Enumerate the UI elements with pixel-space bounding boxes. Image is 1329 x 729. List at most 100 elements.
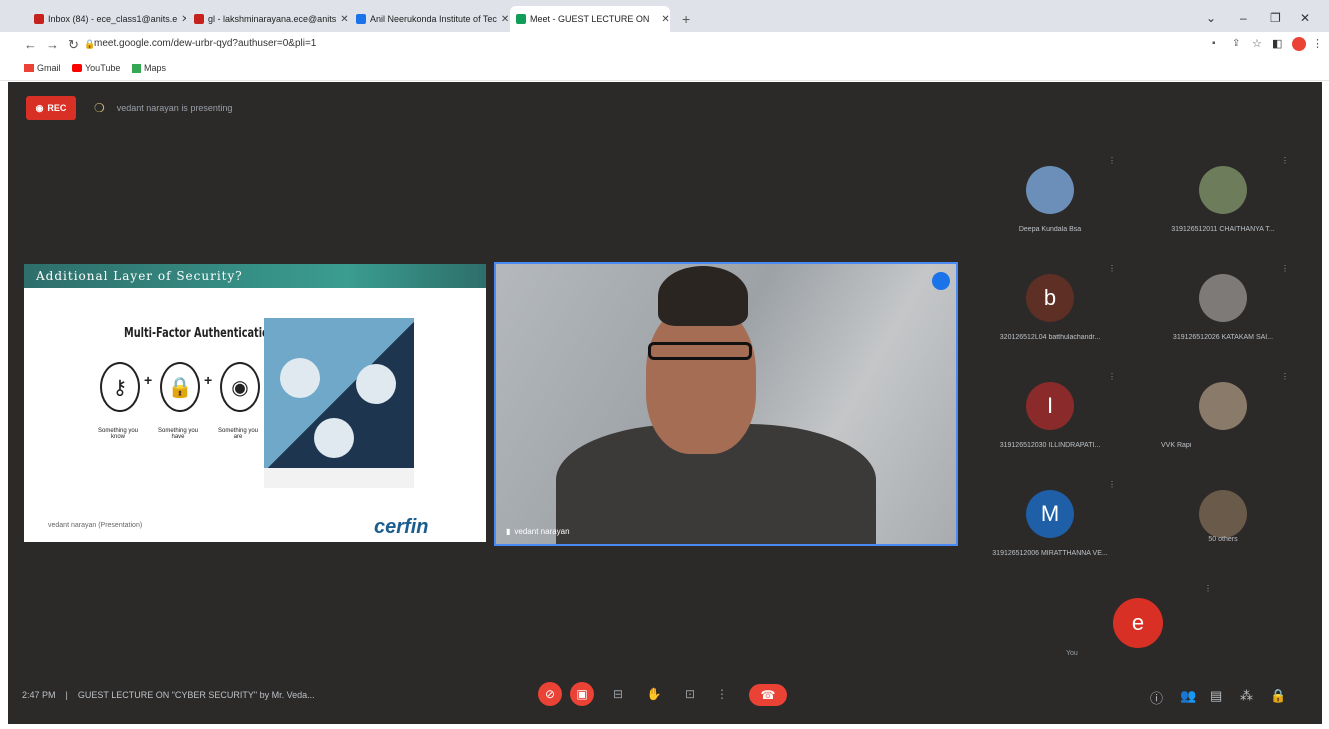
chat-icon[interactable]: ▤ bbox=[1210, 688, 1222, 704]
pin-icon[interactable]: ⋮ bbox=[1281, 264, 1289, 273]
tab-label: Meet - GUEST LECTURE ON bbox=[530, 14, 650, 24]
phone-hangup-icon: ☎ bbox=[760, 688, 776, 702]
plus-sign: + bbox=[144, 372, 153, 388]
tab-search-icon[interactable]: ⌄ bbox=[1206, 11, 1216, 25]
gmail-icon bbox=[24, 64, 34, 72]
camera-off-button[interactable]: ▣ bbox=[570, 682, 594, 706]
meet-stage: ◉ REC ❍ vedant narayan is presenting Add… bbox=[8, 82, 1322, 724]
mic-icon: ▮ bbox=[506, 527, 511, 536]
participant-photo bbox=[1026, 166, 1074, 214]
meeting-title: GUEST LECTURE ON "CYBER SECURITY" by Mr.… bbox=[77, 690, 315, 700]
participant-tile[interactable]: ⋮ VVK Rapi bbox=[1153, 370, 1293, 470]
forward-arrow-icon[interactable]: → bbox=[46, 37, 59, 52]
close-tab-icon[interactable]: ✕ bbox=[661, 14, 669, 25]
others-count: 50 others bbox=[1208, 536, 1238, 543]
end-call-button[interactable]: ☎ bbox=[749, 684, 787, 706]
youtube-icon bbox=[72, 64, 82, 72]
pin-icon[interactable]: ⋮ bbox=[1281, 156, 1289, 165]
presenter-video-tile[interactable]: ▮ vedant narayan bbox=[494, 262, 958, 546]
gmail-favicon-icon bbox=[194, 14, 204, 24]
tab-meet[interactable]: Meet - GUEST LECTURE ON ✕ bbox=[510, 6, 670, 32]
participant-tile[interactable]: ⋮ 319126512026 KATAKAM SAI... bbox=[1153, 262, 1293, 362]
clock-time: 2:47 PM bbox=[22, 690, 56, 700]
minimize-icon[interactable]: – bbox=[1240, 11, 1247, 25]
address-bar-row: ← → ↻ 🔒 meet.google.com/dew-urbr-qyd?aut… bbox=[0, 32, 1329, 58]
new-tab-label: + bbox=[682, 11, 691, 27]
mfa-diagram bbox=[264, 318, 414, 488]
star-icon[interactable]: ☆ bbox=[1252, 37, 1262, 50]
new-tab-button[interactable]: + bbox=[676, 8, 700, 30]
tab-gl[interactable]: gl - lakshminarayana.ece@anits ✕ bbox=[188, 8, 348, 30]
tab-inbox[interactable]: Inbox (84) - ece_class1@anits.e ✕ bbox=[28, 8, 186, 30]
present-screen-icon: ❍ bbox=[94, 101, 105, 115]
bookmark-label: Gmail bbox=[37, 63, 61, 73]
divider: | bbox=[65, 690, 68, 700]
fingerprint-icon: ◉ bbox=[220, 362, 260, 412]
participant-name: 319126512026 KATAKAM SAI... bbox=[1172, 334, 1274, 341]
captions-button[interactable]: ⊟ bbox=[606, 682, 630, 706]
mic-off-button[interactable]: ⊘ bbox=[538, 682, 562, 706]
others-tile[interactable]: 50 others bbox=[1153, 478, 1293, 578]
profile-avatar[interactable] bbox=[1292, 37, 1306, 51]
close-tab-icon[interactable]: ✕ bbox=[501, 14, 508, 25]
participant-initial-avatar: M bbox=[1026, 490, 1074, 538]
host-controls-icon[interactable]: 🔒 bbox=[1270, 688, 1286, 704]
presenting-text: vedant narayan is presenting bbox=[116, 103, 233, 113]
bookmark-youtube[interactable]: YouTube bbox=[72, 63, 120, 73]
recording-badge[interactable]: ◉ REC bbox=[26, 96, 76, 120]
participant-tile[interactable]: ⋮ Deepa Kundala Bsa bbox=[980, 154, 1120, 254]
plus-sign: + bbox=[204, 372, 213, 388]
pin-icon[interactable]: ⋮ bbox=[1108, 480, 1116, 489]
pin-icon[interactable]: ⋮ bbox=[1108, 372, 1116, 381]
mic-off-icon: ⊘ bbox=[544, 687, 556, 701]
meeting-details: 2:47 PM | GUEST LECTURE ON "CYBER SECURI… bbox=[22, 690, 315, 700]
bookmark-maps[interactable]: Maps bbox=[132, 63, 166, 73]
restore-icon[interactable]: ❐ bbox=[1270, 11, 1281, 25]
self-avatar[interactable]: e bbox=[1113, 598, 1163, 648]
participant-initial-avatar: b bbox=[1026, 274, 1074, 322]
pin-icon[interactable]: ⋮ bbox=[1281, 372, 1289, 381]
rec-label: REC bbox=[47, 103, 67, 113]
presentation-slide[interactable]: Additional Layer of Security? Multi-Fact… bbox=[24, 264, 486, 542]
close-tab-icon[interactable]: ✕ bbox=[181, 14, 186, 25]
presenting-banner: ❍ vedant narayan is presenting bbox=[94, 101, 232, 115]
tab-label: gl - lakshminarayana.ece@anits bbox=[208, 14, 337, 24]
url-input[interactable]: meet.google.com/dew-urbr-qyd?authuser=0&… bbox=[94, 38, 316, 49]
participant-name: 319126512011 CHAITHANYA T... bbox=[1171, 226, 1275, 233]
present-button[interactable]: ⊡ bbox=[678, 682, 702, 706]
participant-tile[interactable]: b ⋮ 320126512L04 batthulachandr... bbox=[980, 262, 1120, 362]
presenter-name-label: ▮ vedant narayan bbox=[506, 527, 570, 536]
participant-tile[interactable]: M ⋮ 319126512006 MIRATTHANNA VE... bbox=[980, 478, 1120, 578]
close-window-icon[interactable]: ✕ bbox=[1300, 11, 1310, 25]
menu-dots-icon[interactable]: ⋮ bbox=[1312, 37, 1323, 50]
more-vert-icon: ⋮ bbox=[716, 687, 728, 701]
close-tab-icon[interactable]: ✕ bbox=[340, 14, 348, 25]
tab-anits[interactable]: Anil Neerukonda Institute of Tec ✕ bbox=[350, 8, 508, 30]
more-options-button[interactable]: ⋮ bbox=[710, 682, 734, 706]
present-icon: ⊡ bbox=[684, 687, 696, 701]
presenter-face bbox=[646, 304, 756, 454]
participant-tile[interactable]: ⋮ 319126512011 CHAITHANYA T... bbox=[1153, 154, 1293, 254]
pin-icon[interactable]: ⋮ bbox=[1108, 264, 1116, 273]
bookmark-gmail[interactable]: Gmail bbox=[24, 63, 61, 73]
activities-icon[interactable]: ⁂ bbox=[1240, 688, 1253, 704]
gmail-favicon-icon bbox=[34, 14, 44, 24]
raise-hand-button[interactable]: ✋ bbox=[642, 682, 666, 706]
self-menu-icon[interactable]: ⋮ bbox=[1204, 584, 1212, 593]
browser-tab-strip: Inbox (84) - ece_class1@anits.e ✕ gl - l… bbox=[0, 0, 1329, 32]
speaking-indicator-icon bbox=[932, 272, 950, 290]
reload-icon[interactable]: ↻ bbox=[68, 37, 79, 53]
bookmark-label: YouTube bbox=[85, 63, 121, 73]
participant-name: 319126512030 ILLINDRAPATI... bbox=[999, 442, 1101, 449]
college-favicon-icon bbox=[356, 14, 366, 24]
meeting-info-icon[interactable]: ⓘ bbox=[1150, 688, 1163, 707]
back-arrow-icon[interactable]: ← bbox=[24, 37, 37, 52]
sidebar-icon[interactable]: ◧ bbox=[1272, 37, 1282, 50]
share-icon[interactable]: ⇪ bbox=[1232, 38, 1240, 49]
camera-off-icon: ▣ bbox=[576, 687, 588, 701]
lock-icon: 🔒 bbox=[160, 362, 200, 412]
pin-icon[interactable]: ⋮ bbox=[1108, 156, 1116, 165]
cerfin-logo: cerfin bbox=[374, 516, 429, 538]
participant-tile[interactable]: I ⋮ 319126512030 ILLINDRAPATI... bbox=[980, 370, 1120, 470]
people-icon[interactable]: 👥 bbox=[1180, 688, 1196, 704]
